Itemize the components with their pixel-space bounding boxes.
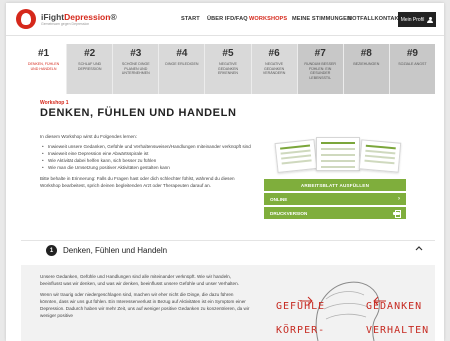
worksheet-print-button[interactable]: DRUCKVERSION [264, 207, 406, 219]
step-7[interactable]: #7 RUNDUM BESSER FÜHLEN: EIN GESUNDER LE… [297, 44, 344, 94]
nav-start[interactable]: START [181, 16, 200, 22]
chevron-up-icon[interactable] [415, 245, 423, 251]
page-title: DENKEN, FÜHLEN UND HANDELN [40, 107, 237, 119]
logo-subtitle: Gemeinsam gegen Depression [41, 21, 90, 26]
intro-lead: In diesem Workshop wirst du Folgendes le… [40, 134, 137, 139]
word-thoughts: GEDANKEN [366, 301, 423, 312]
workshop-tag: Workshop 1 [40, 100, 69, 106]
word-body: KÖRPER- [276, 325, 326, 336]
accordion-text: Unsere Gedanken, Gefühle und Handlungen … [40, 274, 250, 323]
list-item: Inwieweit unsere Gedanken, Gefühle und V… [42, 143, 256, 150]
section-number-badge: 1 [46, 245, 57, 256]
worksheet-online-button[interactable]: ONLINE › [264, 193, 406, 205]
nav-workshops[interactable]: WORKSHOPS [249, 16, 287, 22]
printer-icon [393, 210, 401, 218]
word-feelings: GEFÜHLE [276, 301, 326, 312]
accordion-header[interactable]: 1 Denken, Fühlen und Handeln [21, 240, 435, 260]
chevron-right-icon: › [398, 196, 400, 202]
list-item: Wie man die Umsetzung positiver Aktivitä… [42, 164, 256, 171]
logo-wordmark: iFightDepression® Gemeinsam gegen Depres… [41, 11, 117, 26]
accordion-title: Denken, Fühlen und Handeln [63, 246, 168, 255]
learning-goals-list: Inwieweit unsere Gedanken, Gefühle und V… [42, 143, 256, 171]
accordion-paragraph: Wenn wir traurig oder niedergeschlagen s… [40, 291, 250, 318]
browser-page: iFightDepression® Gemeinsam gegen Depres… [6, 3, 444, 341]
nav-about-faq[interactable]: ÜBER IFD/FAQ [207, 16, 248, 22]
intro-text: In diesem Workshop wirst du Folgendes le… [40, 133, 256, 189]
site-logo[interactable]: iFightDepression® Gemeinsam gegen Depres… [16, 9, 117, 29]
step-5[interactable]: #5 NEGATIVE GEDANKEN ERKENNEN [205, 44, 252, 94]
step-3[interactable]: #3 SCHÖNE DINGE PLANEN UND UNTERNEHMEN [113, 44, 160, 94]
step-8[interactable]: #8 BEZIEHUNGEN [343, 44, 390, 94]
step-6[interactable]: #6 NEGATIVE GEDANKEN VERÄNDERN [251, 44, 298, 94]
list-item: Wie Aktivität dabei helfen kann, sich be… [42, 157, 256, 164]
intro-note: Bitte behalte in Erinnerung: Falls du Fr… [40, 176, 235, 188]
step-2[interactable]: #2 SCHLAF UND DEPRESSION [67, 44, 114, 94]
step-9[interactable]: #9 SOZIALE ANGST [389, 44, 435, 94]
user-icon [427, 16, 434, 23]
site-header: iFightDepression® Gemeinsam gegen Depres… [6, 3, 444, 36]
accordion-content: Unsere Gedanken, Gefühle und Handlungen … [21, 265, 435, 341]
step-4[interactable]: #4 DINGE ERLEDIGEN [159, 44, 206, 94]
nav-meine-stimmungen[interactable]: MEINE STIMMUNGEN [292, 16, 351, 22]
step-1[interactable]: #1 DENKEN, FÜHLEN UND HANDELN [21, 44, 68, 94]
list-item: Inwieweit eine Depression eine Abwärtssp… [42, 150, 256, 157]
profile-button[interactable]: Mein Profil [398, 12, 436, 27]
worksheet-preview-image [272, 135, 404, 175]
word-behavior: VERHALTEN [366, 325, 430, 336]
worksheet-fill-button[interactable]: ARBEITSBLATT AUSFÜLLEN [264, 179, 406, 191]
accordion-paragraph: Unsere Gedanken, Gefühle und Handlungen … [40, 274, 239, 286]
logo-head-icon [16, 9, 36, 29]
workshop-steps: #1 DENKEN, FÜHLEN UND HANDELN #2 SCHLAF … [21, 44, 435, 94]
thought-cycle-illustration: GEFÜHLE GEDANKEN KÖRPER- VERHALTEN [256, 265, 431, 341]
